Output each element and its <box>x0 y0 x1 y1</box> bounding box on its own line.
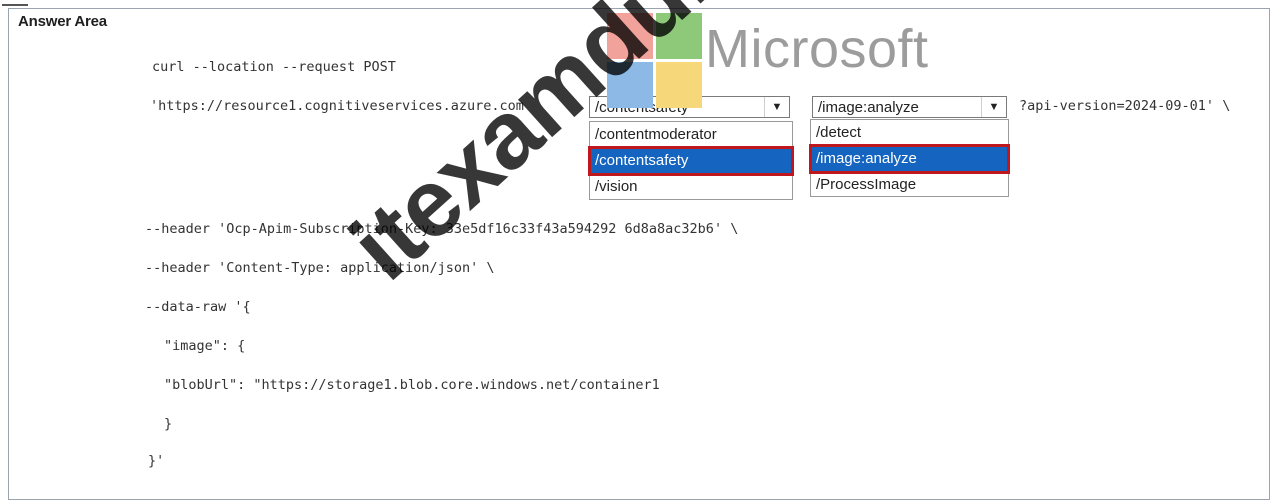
dropdown-2-option-selected[interactable]: /image:analyze <box>809 144 1010 174</box>
dropdown-2-option[interactable]: /ProcessImage <box>811 172 1008 198</box>
chevron-down-icon[interactable]: ▼ <box>764 97 789 117</box>
code-line-image-open: "image": { <box>164 338 246 354</box>
dropdown-1-option-selected[interactable]: /contentsafety <box>588 146 794 176</box>
dropdown-2-options: /detect /image:analyze /ProcessImage <box>809 119 1010 198</box>
dropdown-1-options: /contentmoderator /contentsafety /vision <box>588 121 794 200</box>
answer-area-title: Answer Area <box>18 13 107 30</box>
code-line-data-raw: --data-raw '{ <box>145 299 251 315</box>
code-line-close-json: }' <box>148 453 165 469</box>
microsoft-wordmark: Microsoft <box>705 19 929 79</box>
dropdown-2-value: /image:analyze <box>818 99 919 116</box>
corner-mark <box>2 0 28 6</box>
dropdown-2-option[interactable]: /detect <box>811 120 1008 146</box>
code-line-close-brace: } <box>164 416 173 432</box>
code-line-url-suffix: ?api-version=2024-09-01' \ <box>1019 98 1231 114</box>
code-line-blob-url: "blobUrl": "https://storage1.blob.core.w… <box>164 377 660 393</box>
chevron-down-icon[interactable]: ▼ <box>981 97 1006 117</box>
endpoint-dropdown-2[interactable]: /image:analyze ▼ <box>812 96 1007 118</box>
dropdown-1-option[interactable]: /vision <box>590 174 792 200</box>
code-line-curl: curl --location --request POST <box>152 59 396 75</box>
dropdown-1-option[interactable]: /contentmoderator <box>590 122 792 148</box>
